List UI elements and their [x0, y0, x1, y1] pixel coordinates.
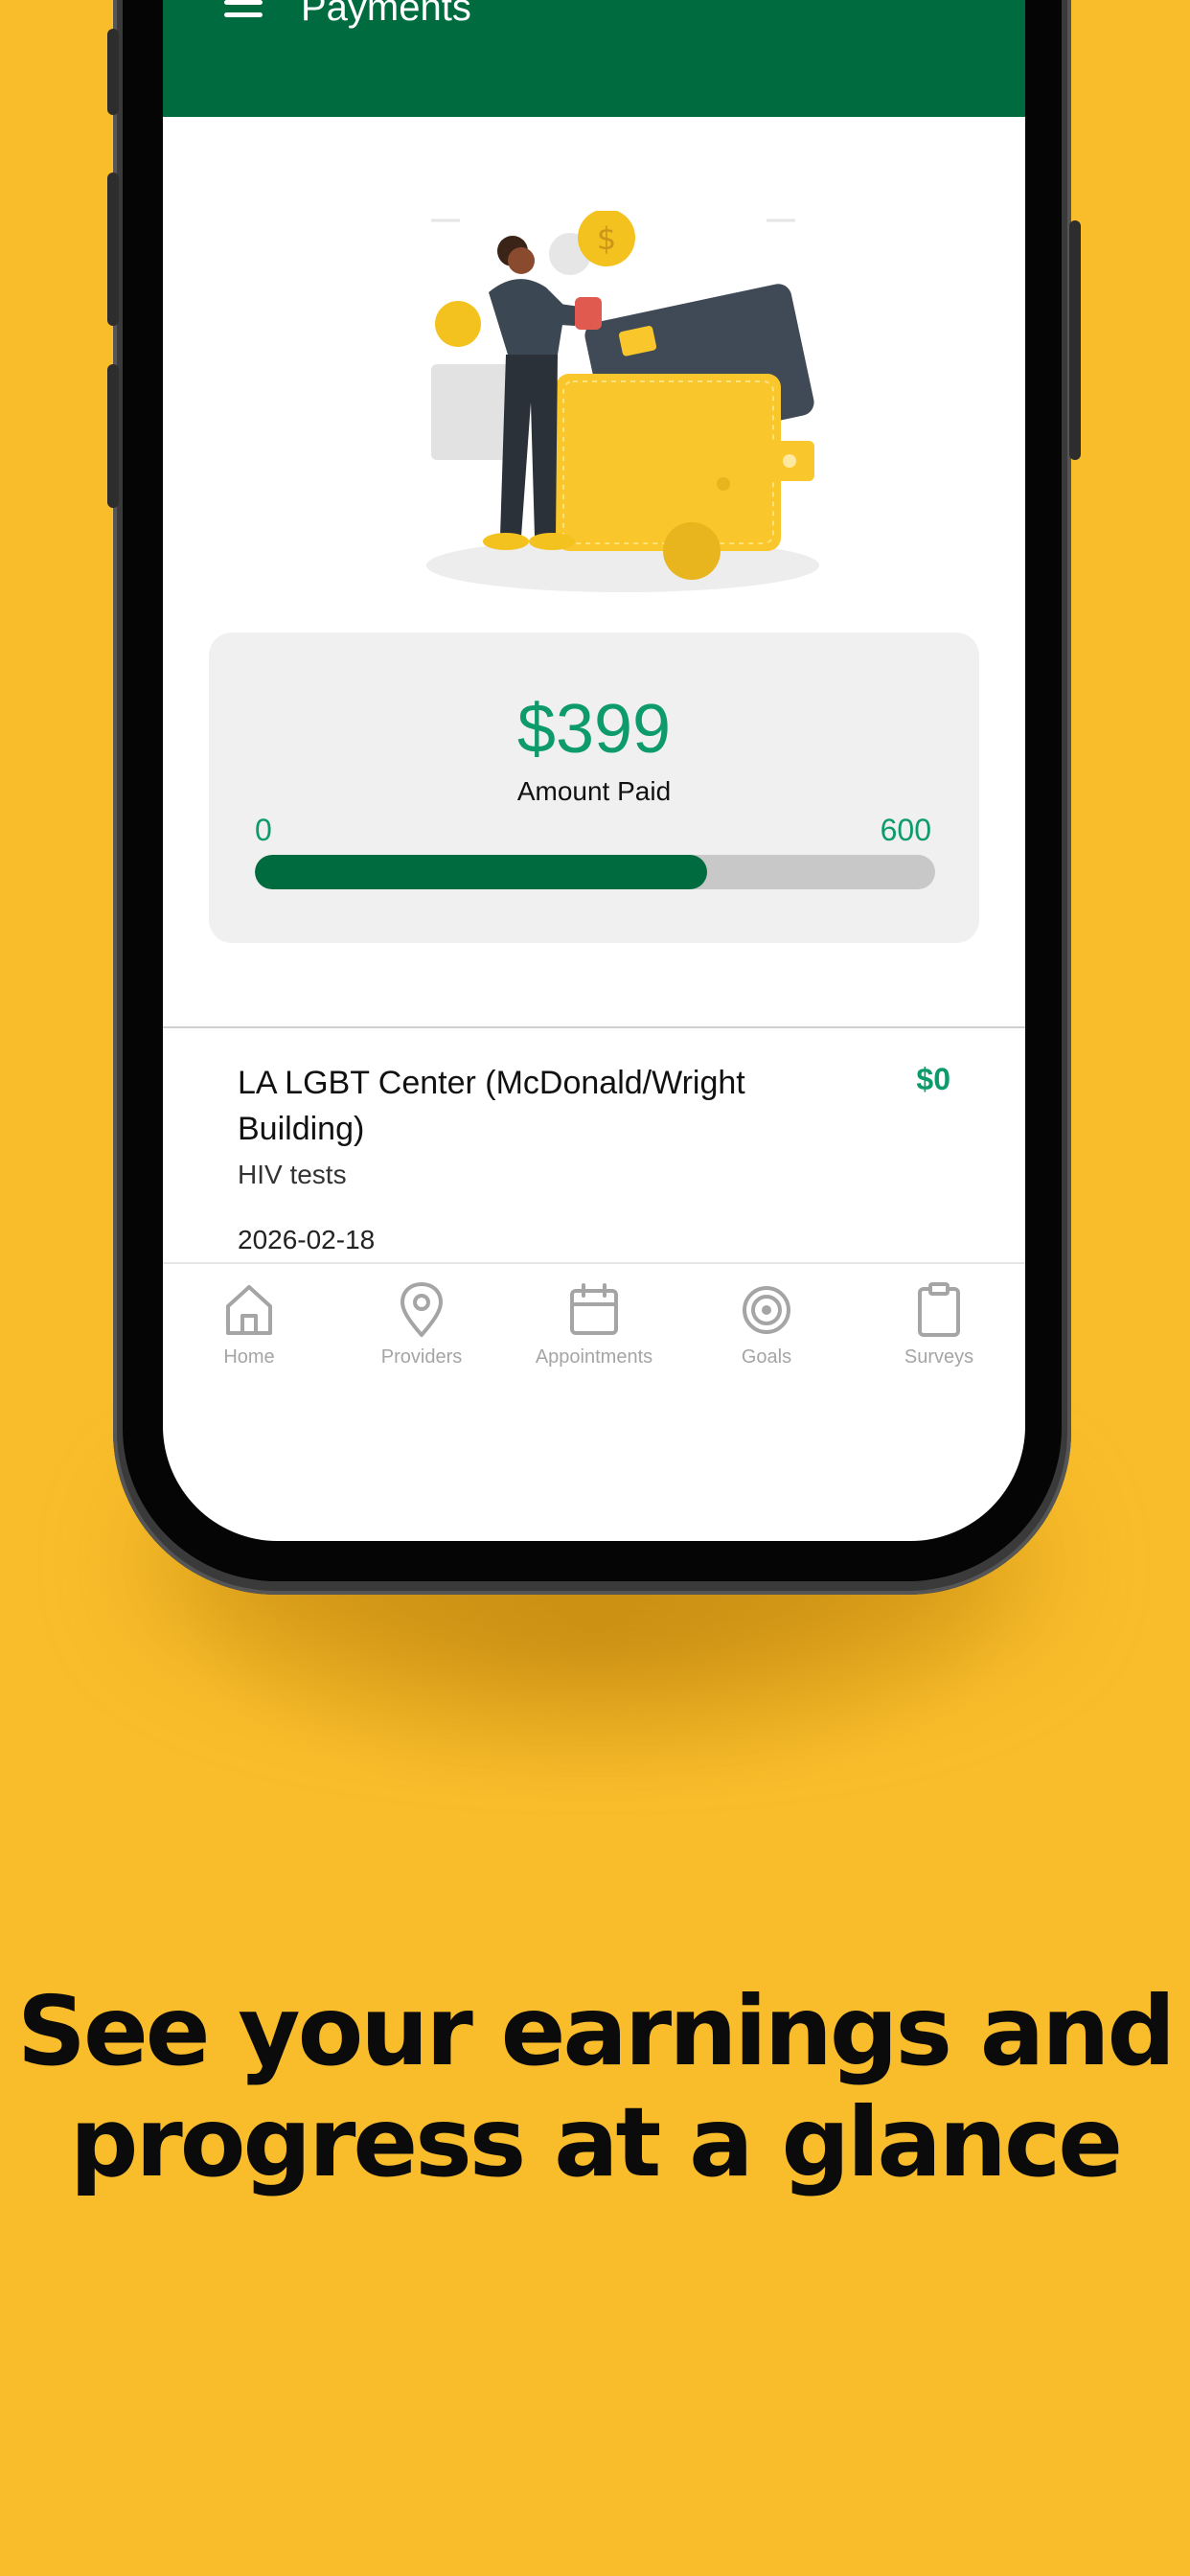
- nav-label-goals: Goals: [741, 1346, 792, 1368]
- page-title: Payments: [301, 0, 471, 29]
- phone-screen: Payments $ $399 Amount Paid 0 600 LA LGB…: [163, 0, 1025, 1541]
- nav-label-surveys: Surveys: [904, 1346, 974, 1368]
- mute-button: [107, 364, 119, 508]
- app-header: Payments: [163, 0, 1025, 117]
- nav-item-providers[interactable]: Providers: [335, 1281, 508, 1368]
- nav-label-home: Home: [223, 1346, 275, 1368]
- payment-amount: $0: [916, 1062, 950, 1096]
- progress-min-label: 0: [255, 813, 272, 847]
- menu-icon[interactable]: [224, 0, 263, 29]
- headline-line-2: progress at a glance: [69, 2086, 1123, 2198]
- payment-description: HIV tests: [238, 1160, 347, 1189]
- progress-max-label: 600: [880, 813, 931, 847]
- bottom-navigation: Home Providers Appointments Goals Survey…: [163, 1262, 1025, 1417]
- clipboard-icon: [918, 1282, 960, 1337]
- volume-up-button: [107, 29, 119, 115]
- amount-paid-value: $399: [516, 691, 672, 768]
- payment-provider-name: LA LGBT Center (McDonald/Wright Building…: [238, 1065, 745, 1147]
- payment-list-item[interactable]: LA LGBT Center (McDonald/Wright Building…: [163, 1027, 1025, 1267]
- nav-item-appointments[interactable]: Appointments: [508, 1281, 680, 1368]
- nav-label-appointments: Appointments: [535, 1346, 653, 1368]
- svg-text:$: $: [597, 220, 616, 257]
- nav-item-home[interactable]: Home: [163, 1281, 335, 1368]
- target-icon: [743, 1286, 790, 1334]
- amount-paid-label: Amount Paid: [516, 776, 672, 806]
- map-pin-icon: [400, 1282, 443, 1337]
- earnings-progress-bar: [255, 855, 935, 889]
- headline-line-1: See your earnings and: [16, 1975, 1176, 2087]
- power-button: [1069, 220, 1081, 460]
- nav-item-surveys[interactable]: Surveys: [853, 1281, 1025, 1368]
- volume-down-button: [107, 172, 119, 326]
- marketing-headline: See your earnings and progress at a glan…: [0, 1976, 1190, 2198]
- calendar-icon: [570, 1283, 618, 1335]
- nav-item-goals[interactable]: Goals: [680, 1281, 853, 1368]
- payment-date: 2026-02-18: [238, 1225, 376, 1254]
- amount-summary-card: $399 Amount Paid 0 600: [209, 632, 979, 943]
- home-icon: [226, 1285, 272, 1335]
- wallet-illustration: $: [426, 211, 819, 592]
- earnings-progress-fill: [255, 855, 708, 889]
- nav-label-providers: Providers: [380, 1346, 463, 1368]
